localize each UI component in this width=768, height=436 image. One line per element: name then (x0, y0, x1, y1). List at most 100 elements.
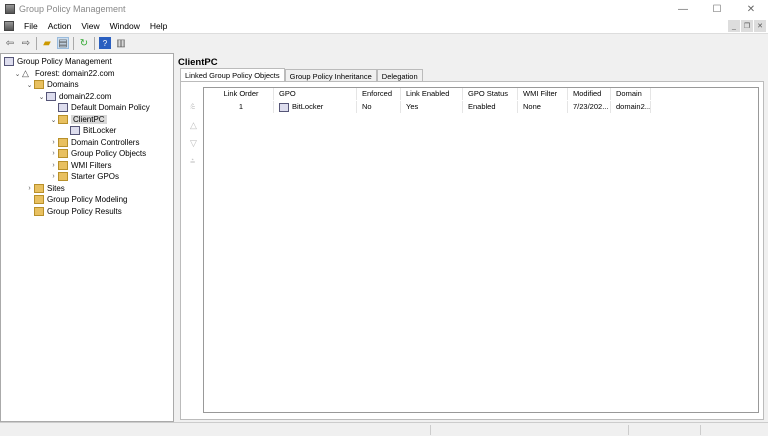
mdi-close-icon[interactable]: ✕ (754, 20, 766, 32)
table-cell: 7/23/202... (568, 101, 611, 113)
app-icon (5, 4, 15, 14)
tree-node[interactable]: ⌄ ClientPC (49, 114, 107, 125)
show-hide-tree-icon[interactable]: ▤ (57, 37, 69, 49)
tree-node-label: Group Policy Management (17, 57, 112, 66)
tab-delegation[interactable]: Delegation (376, 69, 423, 81)
domain-icon (46, 92, 56, 101)
toolbar-separator (36, 36, 37, 50)
table-cell: domain2... (611, 101, 651, 113)
toolbar-separator (73, 36, 74, 50)
tree-node[interactable]: › WMI Filters (49, 160, 111, 171)
tree-node[interactable]: ⌄ domain22.com (37, 91, 111, 102)
cell-text: WMI Filter (523, 89, 558, 98)
tree-node-label: Forest: domain22.com (35, 69, 115, 78)
tree-node[interactable]: › Domain Controllers (49, 137, 139, 148)
tree-node[interactable]: ⌄ Domains (25, 79, 79, 90)
up-folder-icon[interactable]: ▰ (41, 37, 53, 49)
expand-chevron-icon[interactable]: › (49, 139, 58, 146)
menu-view[interactable]: View (81, 21, 99, 31)
table-header: Link Order GPO Enforced Link Enabled GPO Sta… (204, 88, 651, 100)
column-header[interactable]: GPO (274, 88, 357, 100)
tree-node-label: Domain Controllers (71, 138, 140, 147)
tree-node[interactable]: Default Domain Policy (49, 102, 150, 113)
tree-node[interactable]: Group Policy Results (25, 206, 122, 217)
expand-chevron-icon[interactable]: ⌄ (25, 81, 34, 89)
expand-chevron-icon[interactable]: › (49, 173, 58, 180)
maximize-button[interactable]: ☐ (700, 0, 734, 18)
column-header[interactable]: WMI Filter (518, 88, 568, 100)
cell-text: GPO Status (468, 89, 509, 98)
console-tree: Group Policy Management ⌄ △ Forest: domain2… (0, 53, 174, 422)
tree-node[interactable]: BitLocker (61, 125, 116, 136)
menu-file[interactable]: File (24, 21, 38, 31)
back-icon[interactable]: ⇦ (4, 37, 16, 49)
column-header[interactable]: Enforced (357, 88, 401, 100)
move-down-icon[interactable]: ▽ (190, 138, 197, 149)
tree-node-label: BitLocker (83, 126, 117, 135)
gpm-icon (4, 57, 14, 66)
folder-icon (58, 172, 68, 181)
forward-icon[interactable]: ⇨ (20, 37, 32, 49)
menu-help[interactable]: Help (150, 21, 167, 31)
table-cell: BitLocker (274, 101, 357, 113)
properties-icon[interactable]: ▥ (115, 37, 127, 49)
mdi-minimize-icon[interactable]: _ (728, 20, 740, 32)
menu-bar: File Action View Window Help _ ❐ ✕ (0, 18, 768, 34)
toolbar-separator (94, 36, 95, 50)
move-bottom-icon[interactable]: ⩮ (190, 156, 197, 167)
refresh-icon[interactable]: ↻ (78, 37, 90, 49)
tree-node-label: ClientPC (71, 115, 107, 124)
cell-text: Domain (616, 89, 642, 98)
move-up-icon[interactable]: △ (190, 120, 197, 131)
close-button[interactable]: ✕ (734, 0, 768, 18)
tree-node[interactable]: ⌄ △ Forest: domain22.com (13, 68, 115, 79)
app-menu-icon[interactable] (4, 20, 14, 31)
tree-node-label: Starter GPOs (71, 172, 120, 181)
title-bar: Group Policy Management — ☐ ✕ (0, 0, 768, 18)
folder-icon (34, 195, 44, 204)
table-cell: 1 (204, 101, 274, 113)
folder-icon (34, 207, 44, 216)
column-header[interactable]: Modified (568, 88, 611, 100)
tree-node-label: WMI Filters (71, 161, 112, 170)
tab-inheritance[interactable]: Group Policy Inheritance (284, 69, 377, 81)
cell-text: Enabled (468, 102, 496, 111)
expand-chevron-icon[interactable]: ⌄ (37, 93, 46, 101)
menu-action[interactable]: Action (48, 21, 72, 31)
help-icon[interactable]: ? (99, 37, 111, 49)
column-header[interactable]: GPO Status (463, 88, 518, 100)
column-header[interactable]: Link Enabled (401, 88, 463, 100)
table-row[interactable]: 1 BitLocker No Yes Enabled None 7/23/202... dom… (204, 101, 651, 113)
cell-text: No (362, 102, 372, 111)
tree-node[interactable]: › Starter GPOs (49, 171, 119, 182)
table-cell: None (518, 101, 568, 113)
tree-node[interactable]: Group Policy Management (4, 56, 112, 67)
cell-text: domain2... (616, 102, 651, 111)
cell-text: Yes (406, 102, 419, 111)
tree-node-label: Default Domain Policy (71, 103, 150, 112)
expand-chevron-icon[interactable]: ⌄ (49, 116, 58, 124)
tree-node-label: Group Policy Results (47, 207, 122, 216)
expand-chevron-icon[interactable]: › (49, 162, 58, 169)
tree-node[interactable]: › Sites (25, 183, 65, 194)
forest-icon: △ (22, 68, 29, 78)
menu-window[interactable]: Window (110, 21, 140, 31)
minimize-button[interactable]: — (666, 0, 700, 18)
tree-node[interactable]: Group Policy Modeling (25, 194, 127, 205)
expand-chevron-icon[interactable]: › (49, 150, 58, 157)
expand-chevron-icon[interactable]: › (25, 185, 34, 192)
tree-node[interactable]: › Group Policy Objects (49, 148, 146, 159)
mdi-restore-icon[interactable]: ❐ (741, 20, 753, 32)
tree-node-label: domain22.com (59, 92, 112, 101)
tab-linked-gpos[interactable]: Linked Group Policy Objects (180, 68, 285, 81)
folder-icon (58, 149, 68, 158)
cell-text: 7/23/202... (573, 102, 609, 111)
cell-text: Link Order (223, 89, 259, 98)
table-cell: Yes (401, 101, 463, 113)
column-header[interactable]: Domain (611, 88, 651, 100)
expand-chevron-icon[interactable]: ⌄ (13, 70, 22, 78)
move-top-icon[interactable]: ⩯ (190, 102, 197, 113)
toolbar: ⇦ ⇨ ▰ ▤ ↻ ? ▥ (0, 34, 768, 52)
cell-text: None (523, 102, 541, 111)
column-header[interactable]: Link Order (204, 88, 274, 100)
